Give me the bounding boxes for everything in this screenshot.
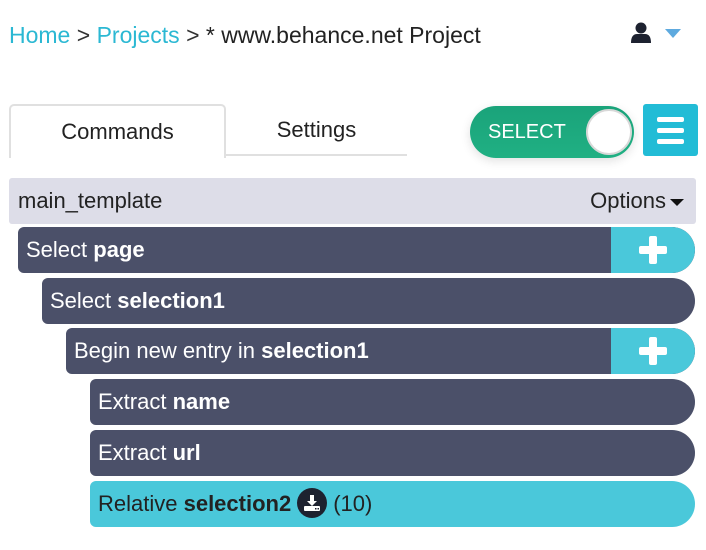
command-row[interactable]: Extract url (90, 430, 695, 476)
plus-icon (639, 236, 667, 264)
template-name: main_template (18, 188, 163, 213)
select-mode-toggle[interactable]: SELECT (470, 106, 634, 158)
breadcrumb-separator: > (76, 22, 97, 48)
command-verb: Select (50, 288, 118, 313)
hamburger-icon-bar (657, 127, 684, 133)
breadcrumb: Home > Projects > * www.behance.net Proj… (9, 20, 481, 50)
add-command-button[interactable] (611, 227, 695, 273)
template-header: main_template Options (9, 178, 696, 224)
options-label: Options (590, 188, 666, 213)
tab-bar: Commands Settings (9, 104, 407, 158)
breadcrumb-separator: > (186, 22, 206, 48)
caret-down-icon (665, 28, 681, 38)
command-row[interactable]: Extract name (90, 379, 695, 425)
caret-down-icon (670, 198, 684, 206)
command-target: page (93, 237, 145, 262)
toggle-knob[interactable] (586, 109, 632, 155)
command-target: name (172, 389, 231, 414)
toggle-label: SELECT (488, 121, 566, 143)
command-verb: Relative (98, 491, 184, 516)
breadcrumb-projects[interactable]: Projects (97, 22, 180, 48)
command-verb: Select (26, 237, 94, 262)
plus-icon (639, 337, 667, 365)
command-row[interactable]: Select page (18, 227, 695, 273)
command-verb: Extract (98, 389, 173, 414)
user-icon (631, 22, 651, 44)
command-target: selection1 (261, 338, 369, 363)
hamburger-icon-bar (657, 116, 684, 122)
options-dropdown[interactable]: Options (590, 178, 684, 224)
command-verb: Begin new entry in (74, 338, 262, 363)
hamburger-icon-bar (657, 138, 684, 144)
command-verb: Extract (98, 440, 173, 465)
tab-commands[interactable]: Commands (9, 104, 226, 158)
add-command-button[interactable] (611, 328, 695, 374)
user-menu-button[interactable] (631, 22, 681, 44)
command-row[interactable]: Begin new entry in selection1 (66, 328, 695, 374)
breadcrumb-home[interactable]: Home (9, 22, 70, 48)
command-target: selection2 (183, 491, 292, 516)
breadcrumb-current-project: * www.behance.net Project (205, 22, 481, 48)
download-icon[interactable] (297, 488, 328, 519)
command-row-selected[interactable]: Relative selection2 (10) (90, 481, 695, 527)
result-count: (10) (333, 491, 373, 516)
command-target: url (172, 440, 201, 465)
tab-settings[interactable]: Settings (226, 104, 407, 156)
command-row[interactable]: Select selection1 (42, 278, 695, 324)
menu-button[interactable] (643, 104, 698, 156)
command-target: selection1 (117, 288, 225, 313)
